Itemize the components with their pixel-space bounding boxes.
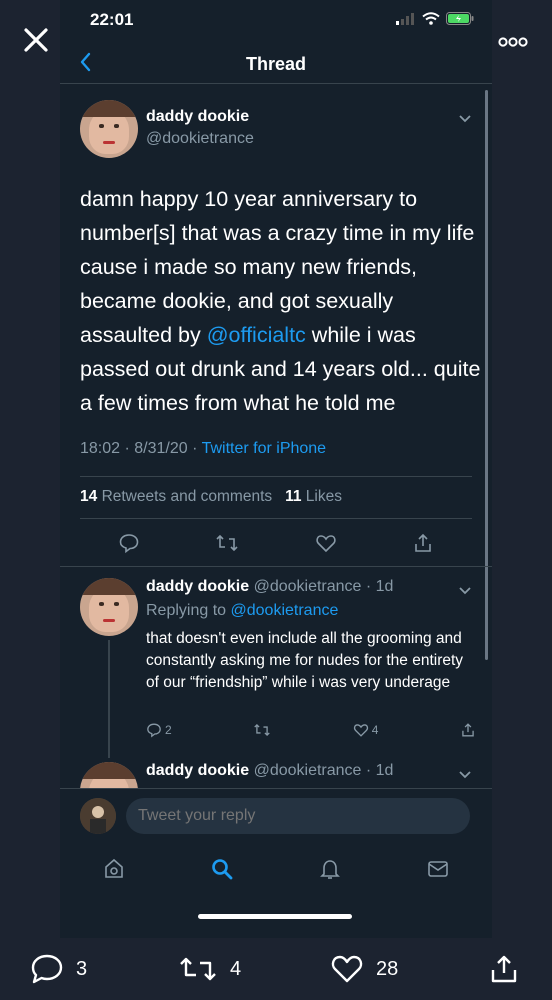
like-icon[interactable] xyxy=(315,532,337,559)
home-indicator xyxy=(198,914,352,919)
tweet-actions xyxy=(80,532,472,559)
comment-count: 3 xyxy=(76,957,88,980)
like-count: 28 xyxy=(376,957,399,980)
home-icon[interactable] xyxy=(102,857,126,886)
author-handle[interactable]: @dookietrance xyxy=(146,130,254,148)
avatar[interactable] xyxy=(80,100,138,158)
reply-author-handle: @dookietrance · 1d xyxy=(253,762,394,779)
avatar[interactable] xyxy=(80,762,138,788)
status-time: 22:01 xyxy=(90,10,134,29)
chevron-down-icon[interactable] xyxy=(458,110,472,128)
comment-button[interactable]: 3 xyxy=(30,953,87,985)
chevron-down-icon[interactable] xyxy=(458,766,472,784)
mention-link[interactable]: @officialtc xyxy=(207,323,306,347)
author-name[interactable]: daddy dookie xyxy=(146,108,249,126)
retweet-button[interactable]: 4 xyxy=(178,953,241,985)
reply-icon[interactable] xyxy=(118,532,140,559)
avatar[interactable] xyxy=(80,798,116,834)
share-icon[interactable] xyxy=(412,532,434,559)
page-title: Thread xyxy=(245,54,306,74)
signal-icon xyxy=(396,12,416,30)
close-icon[interactable] xyxy=(22,26,50,54)
nav-bar: Thread xyxy=(60,44,492,84)
divider xyxy=(80,476,472,477)
wifi-icon xyxy=(422,12,440,30)
likes-count[interactable]: 11 xyxy=(285,488,301,505)
notifications-icon[interactable] xyxy=(318,857,342,886)
retweet-icon[interactable] xyxy=(215,532,239,559)
tweet-text: damn happy 10 year anniversary to number… xyxy=(80,182,484,420)
retweets-count[interactable]: 14 xyxy=(80,488,97,505)
reply-author[interactable]: daddy dookie @dookietrance · 1d xyxy=(146,578,393,596)
status-bar: 22:01 xyxy=(60,0,492,44)
compose-bar xyxy=(60,788,492,846)
reply-author-handle: @dookietrance · 1d xyxy=(253,578,394,595)
messages-icon[interactable] xyxy=(426,857,450,886)
tweet-source[interactable]: Twitter for iPhone xyxy=(202,440,327,457)
share-icon[interactable] xyxy=(460,722,476,738)
likes-label[interactable]: Likes xyxy=(306,488,342,505)
tweet-stats: 14 Retweets and comments 11 Likes xyxy=(80,488,342,506)
scrollbar[interactable] xyxy=(485,90,488,660)
reply-count: 2 xyxy=(165,723,172,737)
replying-to: Replying to @dookietrance xyxy=(146,602,338,620)
reply-author[interactable]: daddy dookie @dookietrance · 1d xyxy=(146,762,393,780)
retweet-icon[interactable] xyxy=(253,722,271,738)
chevron-down-icon[interactable] xyxy=(458,582,472,600)
search-icon[interactable] xyxy=(210,857,234,886)
more-options-icon[interactable] xyxy=(498,34,528,52)
reply-text: that doesn't even include all the groomi… xyxy=(146,630,464,691)
divider xyxy=(80,518,472,519)
share-icon[interactable] xyxy=(488,953,520,985)
reply-tweet: daddy dookie @dookietrance · 1d xyxy=(60,756,492,788)
reply-actions: 2 4 xyxy=(146,722,476,738)
like-button[interactable]: 28 xyxy=(330,953,398,985)
reply-input[interactable] xyxy=(126,798,470,834)
reply-author-name[interactable]: daddy dookie xyxy=(146,762,249,779)
tweet-time: 18:02 · 8/31/20 · xyxy=(80,440,202,457)
thread-line xyxy=(108,640,110,758)
phone-screen: 22:01 Thread daddy dookie @dookietrance … xyxy=(60,0,492,938)
like-count: 4 xyxy=(371,723,379,737)
replying-label: Replying to xyxy=(146,602,231,619)
tab-bar xyxy=(60,846,492,896)
retweets-label[interactable]: Retweets and comments xyxy=(102,488,273,505)
reply-button[interactable]: 2 xyxy=(146,722,172,738)
battery-icon xyxy=(446,12,474,30)
like-button[interactable]: 4 xyxy=(353,722,379,738)
viewer-action-bar: 3 4 28 xyxy=(0,938,552,1000)
divider xyxy=(60,566,492,567)
avatar[interactable] xyxy=(80,578,138,636)
tweet-timestamp: 18:02 · 8/31/20 · Twitter for iPhone xyxy=(80,440,326,458)
retweet-count: 4 xyxy=(230,957,242,980)
reply-author-name[interactable]: daddy dookie xyxy=(146,578,249,595)
replying-to-link[interactable]: @dookietrance xyxy=(231,602,339,619)
